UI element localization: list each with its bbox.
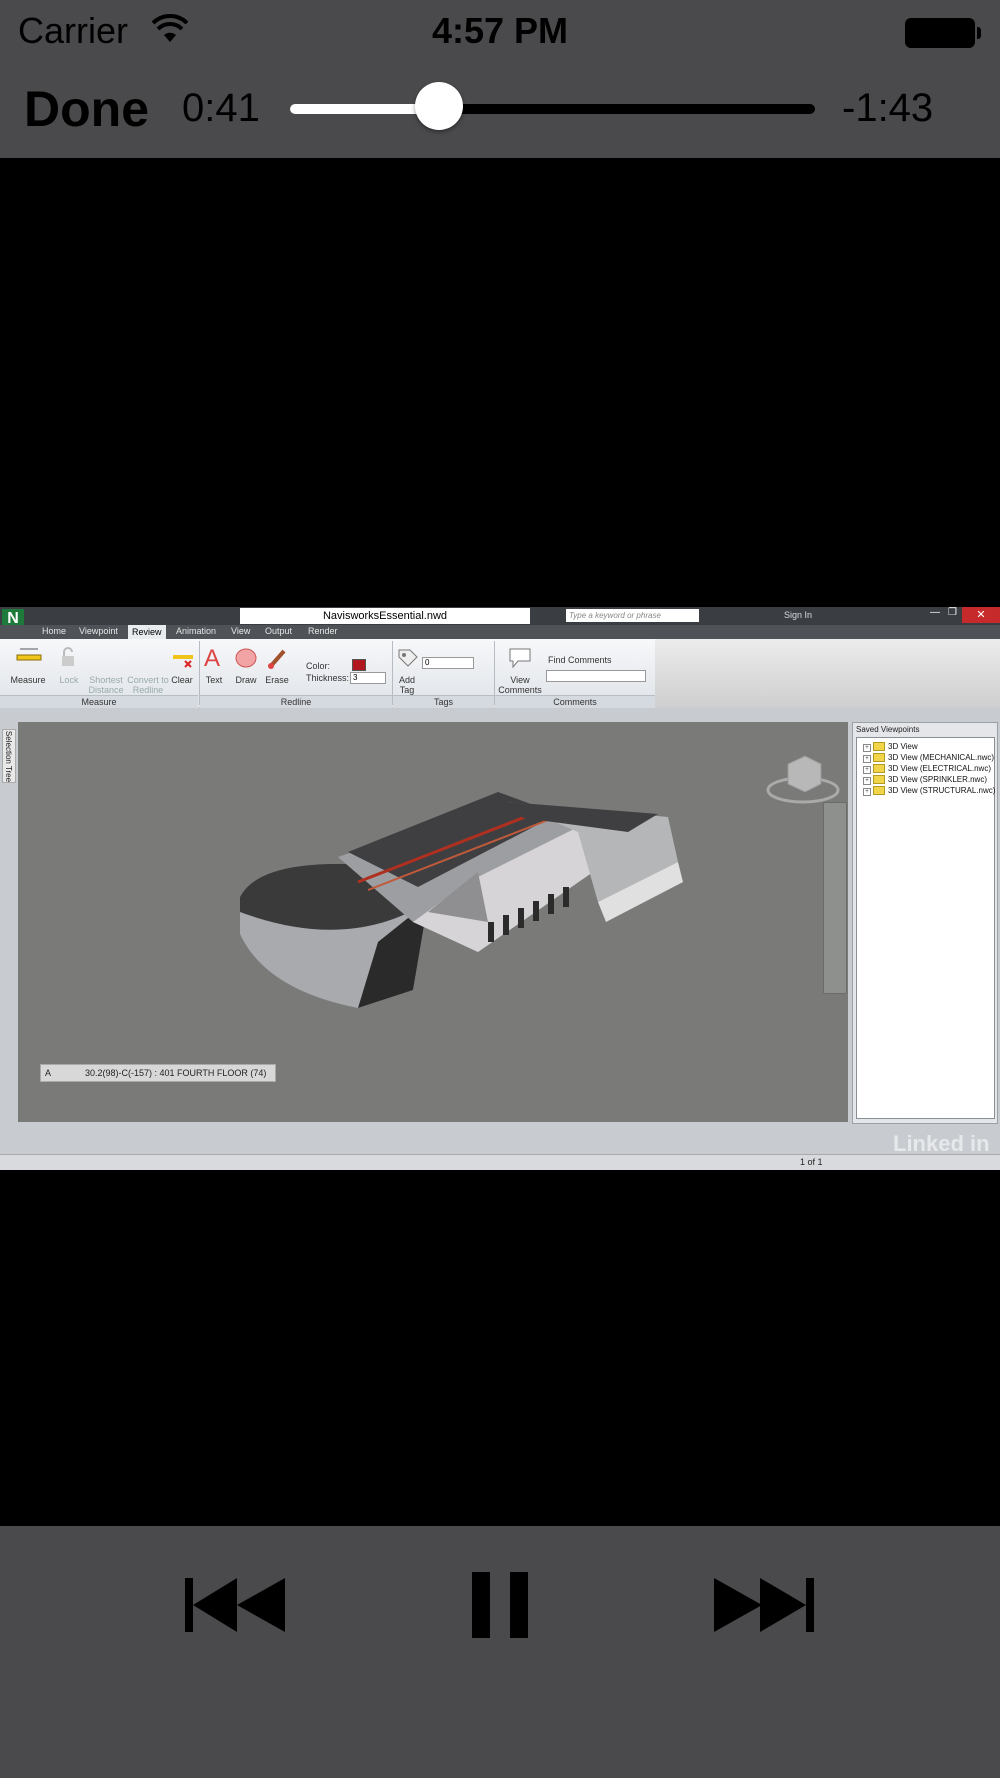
text-button: Text [205,675,223,685]
selection-tree-tab: Selection Tree [2,729,16,783]
done-button[interactable]: Done [24,80,149,138]
list-item: +3D View (ELECTRICAL.nwc) [863,764,991,774]
battery-icon [905,18,981,48]
measure-button: Measure [10,675,46,685]
list-item: +3D View (STRUCTURAL.nwc) [863,786,995,796]
tab-view: View [231,626,251,636]
remaining-time: -1:43 [842,86,934,130]
shortest-distance-button: Shortest Distance [88,675,124,695]
erase-icon [268,649,286,669]
navigation-bar [823,802,847,994]
draw-icon [235,648,257,668]
elapsed-time: 0:41 [182,86,260,130]
clear-icon [173,655,193,668]
app-title-bar: N NavisworksEssential.nwd Type a keyword… [0,607,1000,629]
text-icon: A [204,645,221,672]
clear-button: Clear [171,675,193,685]
view-comments-button: View Comments [498,675,542,695]
building-model [240,755,840,1008]
add-tag-button: Add Tag [398,675,415,695]
watermark: Linked in [893,1131,990,1156]
lock-icon [62,647,74,666]
ribbon-tabs: Home Viewpoint Review Animation View Out… [0,625,1000,639]
tab-home: Home [42,626,67,636]
tab-output: Output [265,626,293,636]
sign-in-link: Sign In [784,610,813,620]
restore-icon: ❐ [948,607,957,618]
saved-viewpoints-title: Saved Viewpoints [856,725,920,734]
scrubber-thumb[interactable] [415,82,464,130]
list-item: +3D View (MECHANICAL.nwc) [863,753,994,763]
hud-label: A [45,1068,52,1078]
file-name: NavisworksEssential.nwd [240,608,530,624]
find-comments-field [546,670,646,682]
playback-controls [0,1526,1000,1778]
tab-render: Render [308,626,338,636]
redline-panel-label: Redline [200,695,392,708]
list-item: +3D View [863,742,918,752]
hud-text: 30.2(98)-C(-157) : 401 FOURTH FLOOR (74) [85,1068,267,1078]
saved-viewpoints-panel: Saved Viewpoints +3D View +3D View (MECH… [852,722,998,1124]
list-item: +3D View (SPRINKLER.nwc) [863,775,987,785]
fast-forward-icon[interactable] [712,1576,816,1634]
comments-panel-label: Comments [495,695,655,708]
draw-button: Draw [235,675,257,685]
saved-viewpoints-list: +3D View +3D View (MECHANICAL.nwc) +3D V… [856,737,995,1119]
pause-icon[interactable] [470,1570,530,1640]
top-controls-bar: Carrier 4:57 PM Done 0:41 -1:43 [0,0,1000,158]
video-frame[interactable]: N NavisworksEssential.nwd Type a keyword… [0,607,1000,1170]
tag-id-field: 0 [422,657,474,669]
convert-to-redline-button: Convert to Redline [127,675,169,695]
coordinate-hud: A 30.2(98)-C(-157) : 401 FOURTH FLOOR (7… [40,1064,276,1082]
3d-scene [18,722,848,1122]
erase-button: Erase [265,675,289,685]
view-comments-icon [509,648,531,669]
search-input: Type a keyword or phrase [566,609,699,622]
ribbon-empty-area [655,639,1000,707]
page-indicator: 1 of 1 [800,1157,823,1167]
measure-panel-label: Measure [0,695,198,708]
thickness-field: 3 [350,672,386,684]
tab-review: Review [128,625,166,639]
color-label: Color: [306,661,331,671]
tab-animation: Animation [176,626,217,636]
tab-viewpoint: Viewpoint [79,626,118,636]
color-swatch [352,659,366,671]
add-tag-icon [398,649,418,667]
lock-button: Lock [59,675,79,685]
clock: 4:57 PM [431,10,569,51]
find-comments-button: Find Comments [548,655,612,665]
minimize-icon: — [930,607,940,618]
tags-panel-label: Tags [393,695,494,708]
app-status-bar: 1 of 1 [0,1154,1000,1170]
rewind-icon[interactable] [185,1576,289,1634]
close-icon: ✕ [962,607,1000,623]
thickness-label: Thickness: [306,673,350,683]
measure-icon [16,648,42,661]
